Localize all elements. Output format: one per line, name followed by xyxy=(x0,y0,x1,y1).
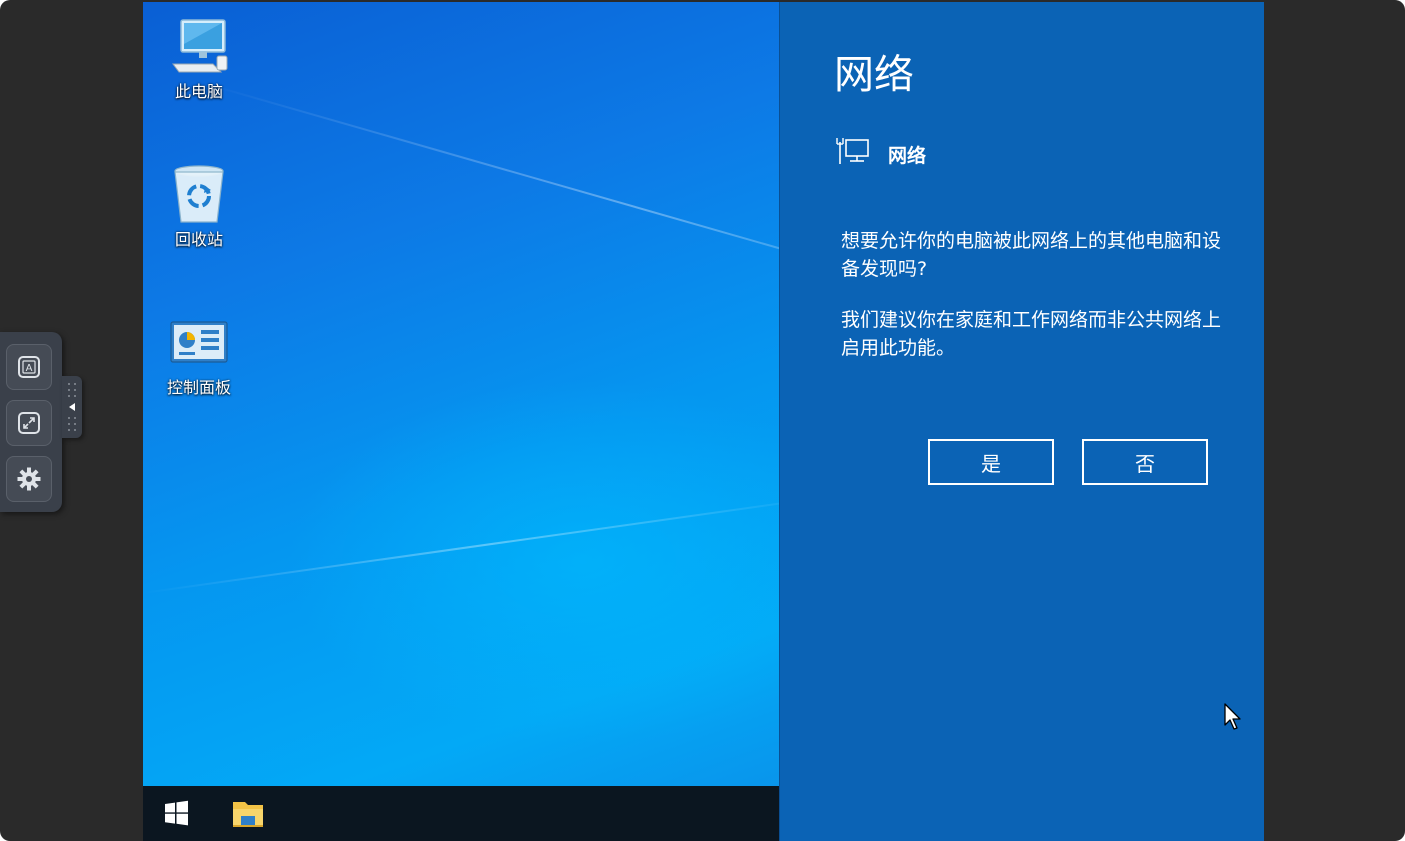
network-name: 网络 xyxy=(888,145,927,167)
desktop-icon-this-pc[interactable]: 此电脑 xyxy=(144,16,254,102)
network-entry: 网络 xyxy=(836,136,926,167)
network-discovery-panel: 网络 网络 想要允许你的电脑被此网络上的其他电脑和设备发现吗? 我们建议你在家庭… xyxy=(779,2,1264,841)
yes-button[interactable]: 是 xyxy=(928,439,1054,485)
wallpaper-light-beam xyxy=(202,82,779,332)
windows-desktop[interactable]: 此电脑 回收站 控制面板 xyxy=(143,2,779,841)
no-button[interactable]: 否 xyxy=(1082,439,1208,485)
desktop-icon-control-panel[interactable]: 控制面板 xyxy=(144,312,254,398)
file-explorer-icon xyxy=(233,802,263,827)
gear-icon xyxy=(17,467,41,491)
windows-start-icon xyxy=(165,800,188,826)
side-toolbar: A xyxy=(0,332,62,512)
discovery-question: 想要允许你的电脑被此网络上的其他电脑和设备发现吗? xyxy=(841,230,1222,280)
remote-desktop-frame: 此电脑 回收站 控制面板 网络 网络 想要允许你的电脑被此网络上的其他电脑和设备… xyxy=(0,0,1405,841)
desktop-icon-label: 回收站 xyxy=(174,230,223,249)
wallpaper-light-beam xyxy=(143,494,779,594)
discovery-recommendation: 我们建议你在家庭和工作网络而非公共网络上启用此功能。 xyxy=(841,309,1222,359)
wired-network-icon xyxy=(836,138,869,164)
control-panel-icon xyxy=(167,312,231,372)
desktop-icon-label: 此电脑 xyxy=(174,82,223,101)
fullscreen-button[interactable] xyxy=(6,400,52,446)
collapse-arrow-icon xyxy=(68,383,76,431)
start-button[interactable] xyxy=(151,786,201,841)
keyboard-a-icon: A xyxy=(18,356,40,378)
fullscreen-icon xyxy=(18,412,40,434)
mouse-pointer-icon xyxy=(1224,703,1241,730)
toolbar-collapse-handle[interactable] xyxy=(62,376,82,438)
svg-text:A: A xyxy=(26,363,33,374)
keyboard-button[interactable]: A xyxy=(6,344,52,390)
file-explorer-button[interactable] xyxy=(223,786,273,841)
settings-button[interactable] xyxy=(6,456,52,502)
panel-title: 网络 xyxy=(834,52,914,98)
taskbar xyxy=(143,786,779,841)
this-pc-icon xyxy=(167,16,231,76)
desktop-icon-label: 控制面板 xyxy=(166,378,231,397)
desktop-icon-recycle-bin[interactable]: 回收站 xyxy=(144,164,254,250)
recycle-bin-icon xyxy=(167,164,231,224)
